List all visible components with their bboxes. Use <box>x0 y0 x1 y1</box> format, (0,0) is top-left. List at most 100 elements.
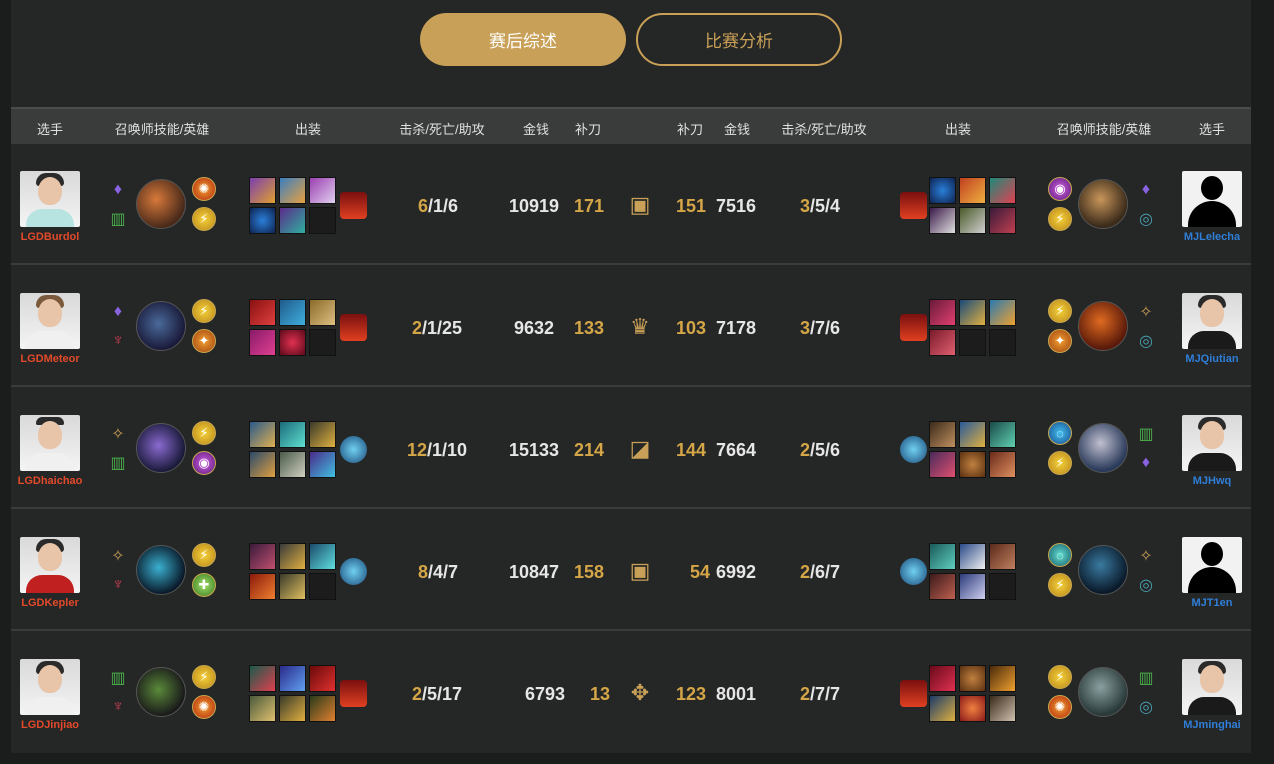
ignite-spell-icon: ✺ <box>1048 695 1072 719</box>
champion-icon[interactable] <box>136 545 186 595</box>
tab-match-analysis[interactable]: 比赛分析 <box>636 13 842 66</box>
item-icon[interactable] <box>959 573 986 600</box>
item-icon[interactable] <box>929 207 956 234</box>
item-icon[interactable] <box>989 543 1016 570</box>
item-icon[interactable] <box>279 207 306 234</box>
item-icon[interactable] <box>249 299 276 326</box>
trinket-icon[interactable] <box>900 192 927 219</box>
trinket-icon[interactable] <box>900 314 927 341</box>
table-row: LGDhaichao ✧ ▥ ⚡ ◉ 12/1/10 15133 214 ◪ 1… <box>11 389 1251 509</box>
player-right[interactable]: MJminghai <box>1177 659 1247 731</box>
item-icon[interactable] <box>249 451 276 478</box>
item-icon[interactable] <box>279 695 306 722</box>
item-icon[interactable] <box>929 299 956 326</box>
player-left[interactable]: LGDJinjiao <box>15 659 85 731</box>
item-icon[interactable] <box>989 421 1016 448</box>
item-icon[interactable] <box>279 299 306 326</box>
item-icon[interactable] <box>989 207 1016 234</box>
trinket-icon[interactable] <box>340 192 367 219</box>
item-icon[interactable] <box>279 451 306 478</box>
trinket-icon[interactable] <box>340 436 367 463</box>
item-icon[interactable] <box>989 451 1016 478</box>
kda-right: 3/5/4 <box>800 196 841 216</box>
champion-icon[interactable] <box>1078 545 1128 595</box>
items-right <box>929 665 1016 722</box>
item-icon[interactable] <box>929 665 956 692</box>
player-name: LGDKepler <box>21 597 79 609</box>
item-icon[interactable] <box>309 299 336 326</box>
item-icon[interactable] <box>929 543 956 570</box>
item-icon[interactable] <box>989 177 1016 204</box>
player-left[interactable]: LGDMeteor <box>15 293 85 365</box>
player-right[interactable]: MJLelecha <box>1177 171 1247 243</box>
item-icon[interactable] <box>309 451 336 478</box>
champion-icon[interactable] <box>1078 423 1128 473</box>
cs-right: 123 <box>676 684 707 704</box>
champion-icon[interactable] <box>136 667 186 717</box>
item-icon[interactable] <box>959 421 986 448</box>
player-left[interactable]: LGDKepler <box>15 537 85 609</box>
item-icon[interactable] <box>959 665 986 692</box>
items-right <box>929 177 1016 234</box>
item-icon[interactable] <box>959 299 986 326</box>
tab-post-game-summary[interactable]: 赛后综述 <box>420 13 626 66</box>
item-icon[interactable] <box>929 421 956 448</box>
item-icon[interactable] <box>929 695 956 722</box>
item-icon[interactable] <box>249 421 276 448</box>
trinket-icon[interactable] <box>340 558 367 585</box>
player-left[interactable]: LGDBurdol <box>15 171 85 243</box>
item-icon[interactable] <box>279 421 306 448</box>
item-icon[interactable] <box>989 695 1016 722</box>
item-icon[interactable] <box>309 543 336 570</box>
item-icon[interactable] <box>249 329 276 356</box>
rune-secondary-icon: ♦ <box>1141 454 1151 471</box>
champion-icon[interactable] <box>1078 301 1128 351</box>
champion-icon[interactable] <box>136 423 186 473</box>
item-icon[interactable] <box>959 451 986 478</box>
champion-icon[interactable] <box>1078 667 1128 717</box>
item-icon[interactable] <box>309 177 336 204</box>
item-empty-slot <box>309 573 336 600</box>
item-icon[interactable] <box>959 207 986 234</box>
flash-spell-icon: ⚡ <box>192 207 216 231</box>
champion-icon[interactable] <box>136 301 186 351</box>
player-name: MJT1en <box>1191 597 1233 609</box>
item-icon[interactable] <box>249 177 276 204</box>
trinket-icon[interactable] <box>900 680 927 707</box>
item-icon[interactable] <box>279 573 306 600</box>
player-right[interactable]: MJT1en <box>1177 537 1247 609</box>
champion-icon[interactable] <box>1078 179 1128 229</box>
player-name: LGDJinjiao <box>20 719 80 731</box>
item-icon[interactable] <box>279 543 306 570</box>
player-right[interactable]: MJQiutian <box>1177 293 1247 365</box>
item-icon[interactable] <box>929 177 956 204</box>
item-icon[interactable] <box>249 543 276 570</box>
item-icon[interactable] <box>929 573 956 600</box>
trinket-icon[interactable] <box>340 680 367 707</box>
item-icon[interactable] <box>249 695 276 722</box>
item-icon[interactable] <box>279 665 306 692</box>
item-icon[interactable] <box>959 695 986 722</box>
item-icon[interactable] <box>249 207 276 234</box>
item-icon[interactable] <box>989 665 1016 692</box>
trinket-icon[interactable] <box>340 314 367 341</box>
item-icon[interactable] <box>249 573 276 600</box>
item-icon[interactable] <box>249 665 276 692</box>
item-icon[interactable] <box>929 329 956 356</box>
player-left[interactable]: LGDhaichao <box>15 415 85 487</box>
champion-icon[interactable] <box>136 179 186 229</box>
item-icon[interactable] <box>959 543 986 570</box>
item-icon[interactable] <box>959 177 986 204</box>
jungle-icon: ♛ <box>630 314 650 339</box>
item-icon[interactable] <box>279 329 306 356</box>
item-icon[interactable] <box>309 665 336 692</box>
trinket-icon[interactable] <box>900 558 927 585</box>
item-icon[interactable] <box>309 695 336 722</box>
item-icon[interactable] <box>309 421 336 448</box>
item-icon[interactable] <box>989 299 1016 326</box>
player-right[interactable]: MJHwq <box>1177 415 1247 487</box>
trinket-icon[interactable] <box>900 436 927 463</box>
item-icon[interactable] <box>929 451 956 478</box>
item-icon[interactable] <box>279 177 306 204</box>
items-left <box>249 177 336 234</box>
